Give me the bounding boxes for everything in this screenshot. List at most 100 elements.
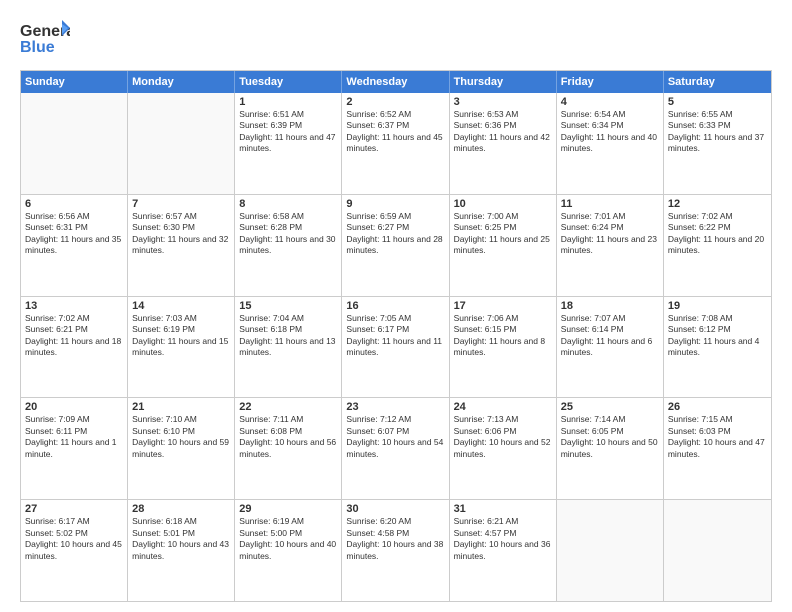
day-number: 27	[25, 503, 123, 515]
day-number: 13	[25, 300, 123, 312]
table-row	[21, 93, 128, 194]
table-row: 5Sunrise: 6:55 AMSunset: 6:33 PMDaylight…	[664, 93, 771, 194]
table-row: 7Sunrise: 6:57 AMSunset: 6:30 PMDaylight…	[128, 195, 235, 296]
table-row: 14Sunrise: 7:03 AMSunset: 6:19 PMDayligh…	[128, 297, 235, 398]
table-row: 17Sunrise: 7:06 AMSunset: 6:15 PMDayligh…	[450, 297, 557, 398]
day-number: 11	[561, 198, 659, 210]
table-row: 11Sunrise: 7:01 AMSunset: 6:24 PMDayligh…	[557, 195, 664, 296]
table-row	[557, 500, 664, 601]
calendar-row-3: 20Sunrise: 7:09 AMSunset: 6:11 PMDayligh…	[21, 397, 771, 499]
table-row: 8Sunrise: 6:58 AMSunset: 6:28 PMDaylight…	[235, 195, 342, 296]
table-row: 6Sunrise: 6:56 AMSunset: 6:31 PMDaylight…	[21, 195, 128, 296]
day-info: Sunrise: 7:04 AMSunset: 6:18 PMDaylight:…	[239, 313, 337, 359]
day-info: Sunrise: 7:12 AMSunset: 6:07 PMDaylight:…	[346, 414, 444, 460]
table-row: 23Sunrise: 7:12 AMSunset: 6:07 PMDayligh…	[342, 398, 449, 499]
day-number: 24	[454, 401, 552, 413]
table-row: 25Sunrise: 7:14 AMSunset: 6:05 PMDayligh…	[557, 398, 664, 499]
day-info: Sunrise: 6:59 AMSunset: 6:27 PMDaylight:…	[346, 211, 444, 257]
day-info: Sunrise: 6:51 AMSunset: 6:39 PMDaylight:…	[239, 109, 337, 155]
day-info: Sunrise: 7:14 AMSunset: 6:05 PMDaylight:…	[561, 414, 659, 460]
day-info: Sunrise: 7:15 AMSunset: 6:03 PMDaylight:…	[668, 414, 767, 460]
page: General Blue SundayMondayTuesdayWednesda…	[0, 0, 792, 612]
day-number: 1	[239, 96, 337, 108]
day-number: 9	[346, 198, 444, 210]
day-number: 31	[454, 503, 552, 515]
day-info: Sunrise: 7:07 AMSunset: 6:14 PMDaylight:…	[561, 313, 659, 359]
day-number: 18	[561, 300, 659, 312]
day-number: 3	[454, 96, 552, 108]
header-day-sunday: Sunday	[21, 71, 128, 93]
calendar-row-1: 6Sunrise: 6:56 AMSunset: 6:31 PMDaylight…	[21, 194, 771, 296]
table-row: 9Sunrise: 6:59 AMSunset: 6:27 PMDaylight…	[342, 195, 449, 296]
day-number: 21	[132, 401, 230, 413]
day-number: 12	[668, 198, 767, 210]
day-number: 15	[239, 300, 337, 312]
header-day-thursday: Thursday	[450, 71, 557, 93]
day-info: Sunrise: 6:19 AMSunset: 5:00 PMDaylight:…	[239, 516, 337, 562]
day-number: 17	[454, 300, 552, 312]
table-row: 4Sunrise: 6:54 AMSunset: 6:34 PMDaylight…	[557, 93, 664, 194]
logo-icon: General Blue	[20, 18, 70, 60]
day-number: 5	[668, 96, 767, 108]
day-number: 4	[561, 96, 659, 108]
day-number: 7	[132, 198, 230, 210]
day-info: Sunrise: 6:58 AMSunset: 6:28 PMDaylight:…	[239, 211, 337, 257]
day-info: Sunrise: 6:18 AMSunset: 5:01 PMDaylight:…	[132, 516, 230, 562]
table-row: 12Sunrise: 7:02 AMSunset: 6:22 PMDayligh…	[664, 195, 771, 296]
day-info: Sunrise: 6:55 AMSunset: 6:33 PMDaylight:…	[668, 109, 767, 155]
table-row: 27Sunrise: 6:17 AMSunset: 5:02 PMDayligh…	[21, 500, 128, 601]
day-number: 8	[239, 198, 337, 210]
day-number: 19	[668, 300, 767, 312]
table-row: 18Sunrise: 7:07 AMSunset: 6:14 PMDayligh…	[557, 297, 664, 398]
header-day-tuesday: Tuesday	[235, 71, 342, 93]
day-info: Sunrise: 6:54 AMSunset: 6:34 PMDaylight:…	[561, 109, 659, 155]
table-row: 30Sunrise: 6:20 AMSunset: 4:58 PMDayligh…	[342, 500, 449, 601]
calendar-header: SundayMondayTuesdayWednesdayThursdayFrid…	[21, 71, 771, 93]
day-info: Sunrise: 6:21 AMSunset: 4:57 PMDaylight:…	[454, 516, 552, 562]
header-day-monday: Monday	[128, 71, 235, 93]
day-number: 2	[346, 96, 444, 108]
table-row: 24Sunrise: 7:13 AMSunset: 6:06 PMDayligh…	[450, 398, 557, 499]
calendar: SundayMondayTuesdayWednesdayThursdayFrid…	[20, 70, 772, 602]
day-info: Sunrise: 7:09 AMSunset: 6:11 PMDaylight:…	[25, 414, 123, 460]
header: General Blue	[20, 18, 772, 60]
day-number: 16	[346, 300, 444, 312]
day-info: Sunrise: 7:00 AMSunset: 6:25 PMDaylight:…	[454, 211, 552, 257]
day-number: 25	[561, 401, 659, 413]
day-info: Sunrise: 7:02 AMSunset: 6:21 PMDaylight:…	[25, 313, 123, 359]
day-info: Sunrise: 7:02 AMSunset: 6:22 PMDaylight:…	[668, 211, 767, 257]
day-info: Sunrise: 7:03 AMSunset: 6:19 PMDaylight:…	[132, 313, 230, 359]
table-row: 3Sunrise: 6:53 AMSunset: 6:36 PMDaylight…	[450, 93, 557, 194]
day-number: 29	[239, 503, 337, 515]
table-row: 13Sunrise: 7:02 AMSunset: 6:21 PMDayligh…	[21, 297, 128, 398]
calendar-row-2: 13Sunrise: 7:02 AMSunset: 6:21 PMDayligh…	[21, 296, 771, 398]
day-info: Sunrise: 7:01 AMSunset: 6:24 PMDaylight:…	[561, 211, 659, 257]
header-day-wednesday: Wednesday	[342, 71, 449, 93]
day-number: 22	[239, 401, 337, 413]
day-number: 23	[346, 401, 444, 413]
table-row	[664, 500, 771, 601]
svg-text:Blue: Blue	[20, 39, 55, 56]
table-row: 20Sunrise: 7:09 AMSunset: 6:11 PMDayligh…	[21, 398, 128, 499]
day-number: 6	[25, 198, 123, 210]
day-info: Sunrise: 7:10 AMSunset: 6:10 PMDaylight:…	[132, 414, 230, 460]
day-info: Sunrise: 6:20 AMSunset: 4:58 PMDaylight:…	[346, 516, 444, 562]
table-row: 31Sunrise: 6:21 AMSunset: 4:57 PMDayligh…	[450, 500, 557, 601]
calendar-row-4: 27Sunrise: 6:17 AMSunset: 5:02 PMDayligh…	[21, 499, 771, 601]
day-info: Sunrise: 6:57 AMSunset: 6:30 PMDaylight:…	[132, 211, 230, 257]
day-info: Sunrise: 6:17 AMSunset: 5:02 PMDaylight:…	[25, 516, 123, 562]
header-day-saturday: Saturday	[664, 71, 771, 93]
calendar-row-0: 1Sunrise: 6:51 AMSunset: 6:39 PMDaylight…	[21, 93, 771, 194]
day-info: Sunrise: 6:52 AMSunset: 6:37 PMDaylight:…	[346, 109, 444, 155]
table-row: 19Sunrise: 7:08 AMSunset: 6:12 PMDayligh…	[664, 297, 771, 398]
day-number: 26	[668, 401, 767, 413]
day-info: Sunrise: 6:56 AMSunset: 6:31 PMDaylight:…	[25, 211, 123, 257]
day-number: 14	[132, 300, 230, 312]
logo: General Blue	[20, 18, 70, 60]
table-row: 15Sunrise: 7:04 AMSunset: 6:18 PMDayligh…	[235, 297, 342, 398]
table-row: 29Sunrise: 6:19 AMSunset: 5:00 PMDayligh…	[235, 500, 342, 601]
table-row: 2Sunrise: 6:52 AMSunset: 6:37 PMDaylight…	[342, 93, 449, 194]
day-info: Sunrise: 7:08 AMSunset: 6:12 PMDaylight:…	[668, 313, 767, 359]
table-row: 26Sunrise: 7:15 AMSunset: 6:03 PMDayligh…	[664, 398, 771, 499]
day-number: 28	[132, 503, 230, 515]
